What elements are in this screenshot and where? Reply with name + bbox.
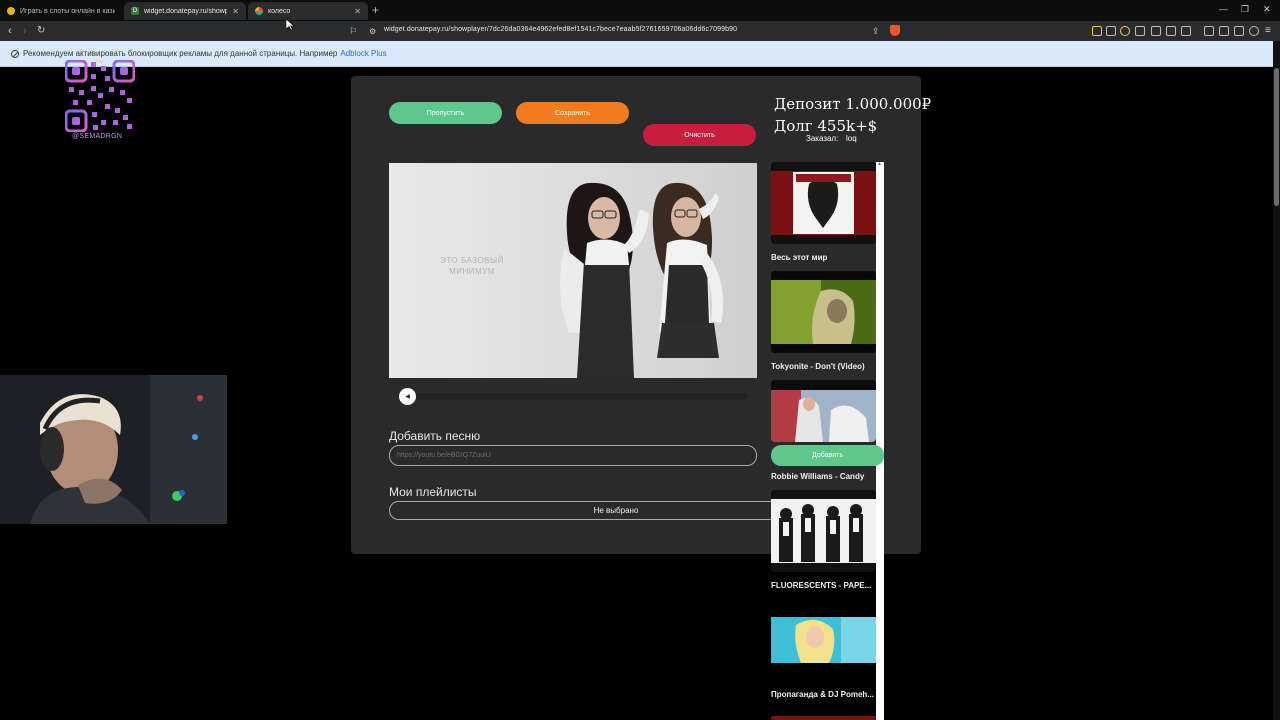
debt-text: Долг 455k+$	[774, 117, 878, 135]
tab-donatepay[interactable]: D widget.donatepay.ru/showpl ✕	[124, 2, 246, 20]
restore-icon[interactable]: ❐	[1241, 4, 1249, 15]
video-player[interactable]: ЭТО БАЗОВЫЙ МИНИМУМ	[389, 163, 757, 378]
playlist-add-button[interactable]: Добавить	[771, 445, 884, 466]
thumbnail-image	[771, 380, 876, 442]
reload-icon[interactable]: ↻	[37, 24, 45, 38]
minimize-icon[interactable]: —	[1219, 4, 1228, 14]
media-icon[interactable]	[1204, 26, 1214, 36]
browser-toolbar: ‹ › ↻ ⚐ ⚙ widget.donatepay.ru/showplayer…	[0, 21, 1280, 41]
adblock-notice-bar: Рекомендуем активировать блокировщик рек…	[0, 41, 1273, 67]
close-tab-icon[interactable]: ✕	[232, 7, 239, 16]
extension-icon[interactable]	[1092, 26, 1102, 36]
extension-icon[interactable]	[1135, 26, 1145, 36]
playlist-item-title: Robbie Williams - Candy	[771, 472, 865, 481]
playlist-thumbnail[interactable]	[771, 716, 876, 720]
playlist-thumbnail[interactable]	[771, 599, 876, 681]
playlist-select-value: Не выбрано	[593, 506, 639, 515]
adblock-notice-text: Рекомендуем активировать блокировщик рек…	[23, 49, 338, 58]
video-frame-image	[560, 182, 724, 378]
tab-wheel[interactable]: колесо ✕	[248, 2, 368, 20]
tab-title: колесо	[268, 7, 291, 15]
play-pause-button[interactable]: ◀	[399, 388, 416, 405]
wallet-icon[interactable]	[1234, 26, 1244, 36]
thumbnail-image	[771, 599, 876, 681]
save-button[interactable]: Сохранить	[516, 102, 629, 124]
video-caption: ЭТО БАЗОВЫЙ МИНИМУМ	[440, 256, 504, 276]
playlist-thumbnail[interactable]	[771, 271, 876, 353]
close-window-icon[interactable]: ✕	[1263, 4, 1271, 15]
adblock-plus-link[interactable]: Adblock Plus	[340, 49, 386, 58]
casino-favicon-icon	[7, 7, 15, 15]
qr-caption: @SEMADRGN	[72, 133, 123, 140]
tab-title: widget.donatepay.ru/showpl	[144, 7, 228, 15]
playlist-item-title: Tokyonite - Don't (Video)	[771, 362, 865, 371]
address-bar[interactable]: widget.donatepay.ru/showplayer/7dc26da03…	[345, 23, 905, 39]
playlist-thumbnail[interactable]	[771, 162, 876, 244]
ordered-by-label: Заказал:	[806, 134, 839, 143]
playlist-item-title: Пропаганда & DJ Pomeh...	[771, 690, 874, 699]
extension-icon[interactable]	[1120, 26, 1130, 36]
back-icon[interactable]: ‹	[8, 24, 12, 38]
brave-shield-icon[interactable]	[890, 25, 900, 36]
tab-casino[interactable]: Играть в слоты онлайн в казино Д	[0, 2, 122, 20]
playlist-scrollbar[interactable]	[876, 161, 884, 720]
thumbnail-image	[771, 490, 876, 572]
playlist-item-title: Весь этот мир	[771, 253, 828, 262]
thumbnail-image	[771, 271, 876, 353]
playlist-item-title: FLUORESCENTS - PAPE...	[771, 581, 872, 590]
clear-button[interactable]: Очистить	[643, 124, 756, 146]
playlist-thumbnail[interactable]	[771, 380, 876, 442]
extension-icon[interactable]	[1181, 26, 1191, 36]
extension-icon[interactable]	[1106, 26, 1116, 36]
streamer-webcam-image	[0, 375, 227, 524]
page-scrollbar-thumb[interactable]	[1274, 68, 1279, 206]
qr-code-icon	[65, 60, 135, 132]
leo-ai-icon[interactable]	[1249, 26, 1259, 36]
playlist-thumbnail[interactable]	[771, 490, 876, 572]
deposit-text: Депозит 1.000.000₽	[774, 95, 932, 113]
close-tab-icon[interactable]: ✕	[354, 7, 361, 16]
blocked-icon	[11, 49, 19, 58]
play-icon: ◀	[405, 394, 410, 400]
url-text: widget.donatepay.ru/showplayer/7dc26da03…	[384, 26, 738, 33]
extension-icon[interactable]	[1151, 26, 1161, 36]
wheel-favicon-icon	[255, 7, 263, 15]
new-tab-icon[interactable]: +	[372, 3, 379, 17]
skip-button[interactable]: Пропустить	[389, 102, 502, 124]
donatepay-favicon-icon: D	[131, 7, 139, 15]
webcam-overlay	[0, 375, 227, 524]
extensions-puzzle-icon[interactable]	[1166, 26, 1176, 36]
share-icon[interactable]: ⇪	[872, 24, 880, 38]
mouse-cursor-icon	[286, 19, 294, 31]
tab-title: Играть в слоты онлайн в казино Д	[20, 7, 115, 15]
browser-tab-bar: Играть в слоты онлайн в казино Д D widge…	[0, 0, 1280, 21]
thumbnail-image	[771, 162, 876, 244]
playlists-heading: Мои плейлисты	[389, 485, 477, 499]
forward-icon[interactable]: ›	[23, 24, 27, 38]
progress-track[interactable]	[399, 393, 747, 400]
menu-icon[interactable]: ≡	[1265, 24, 1271, 38]
add-song-heading: Добавить песню	[389, 429, 481, 443]
ordered-by-user: loq	[846, 134, 857, 143]
song-url-input[interactable]: https://youtu.be/eBGIQ7ZuuiU	[389, 445, 757, 466]
sidebar-icon[interactable]	[1219, 26, 1229, 36]
